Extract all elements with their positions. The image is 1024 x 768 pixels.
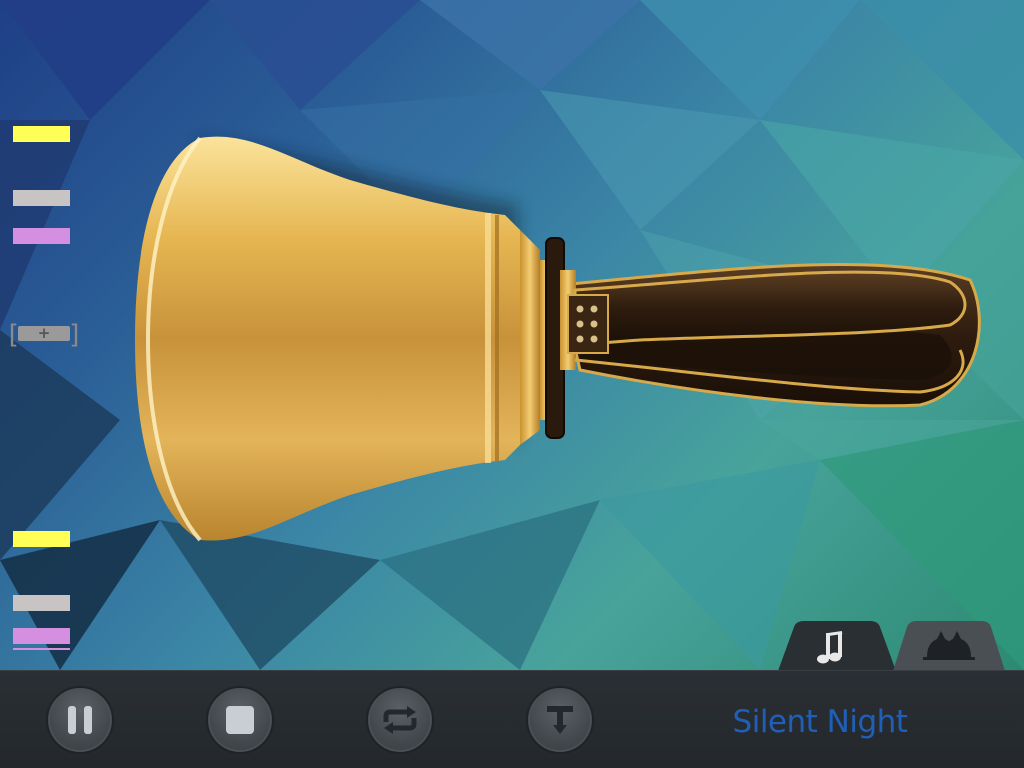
tab-music[interactable] [778,621,896,670]
add-marker-button[interactable]: + [18,326,70,341]
add-marker-control[interactable]: [ + ] [5,320,83,350]
marker-upper-purple[interactable] [13,228,70,244]
playback-toolbar: Silent Night [0,670,1024,768]
stop-icon [226,706,254,734]
pause-icon [68,706,92,734]
tab-bells[interactable] [893,621,1005,670]
handbell-image[interactable] [120,120,990,560]
marker-upper-yellow[interactable] [13,126,70,142]
song-title[interactable]: Silent Night [700,704,940,740]
bell-stage[interactable]: [ + ] [0,0,1024,670]
stop-button[interactable] [206,686,274,754]
bracket-right: ] [67,320,83,350]
marker-lower-grey[interactable] [13,595,70,611]
marker-lower-purple[interactable] [13,628,70,644]
repeat-icon [383,706,417,734]
tempo-button[interactable] [526,686,594,754]
marker-upper-grey[interactable] [13,190,70,206]
tempo-icon [547,706,573,734]
marker-lower-yellow[interactable] [13,531,70,547]
pause-button[interactable] [46,686,114,754]
marker-lower-purple-underline [13,648,70,650]
repeat-button[interactable] [366,686,434,754]
